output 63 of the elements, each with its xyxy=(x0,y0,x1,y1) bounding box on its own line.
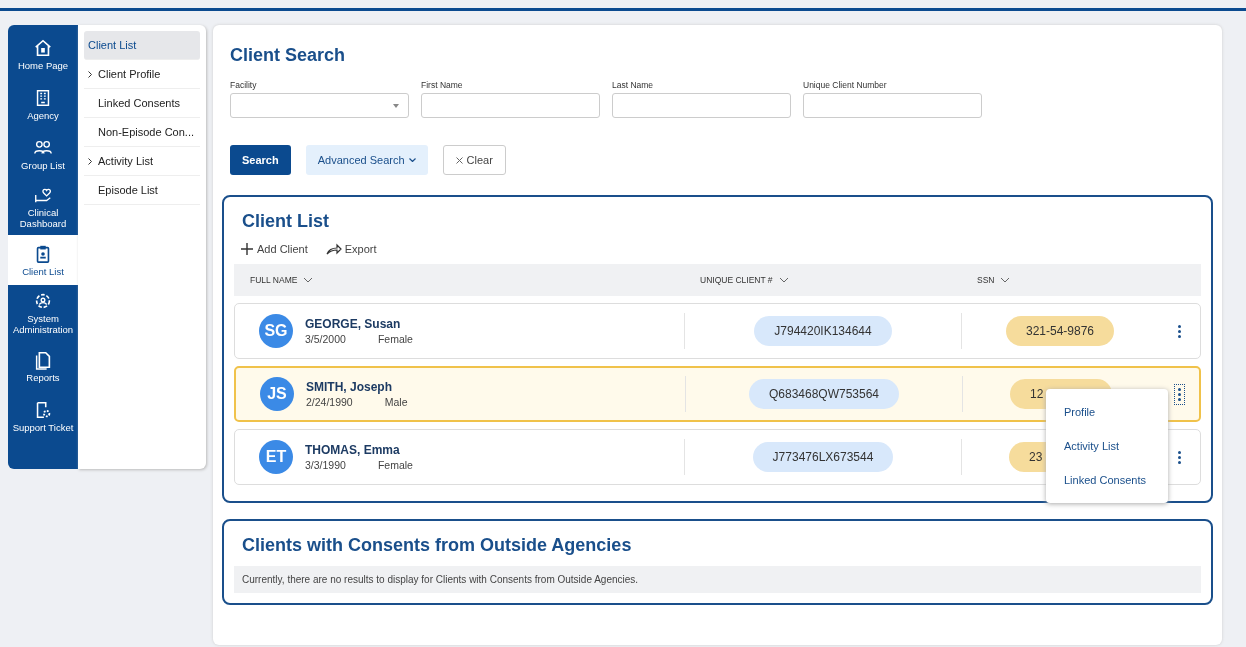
client-name: THOMAS, Emma xyxy=(305,443,401,457)
submenu-item[interactable]: Linked Consents xyxy=(84,89,200,118)
avatar-initials: SG xyxy=(259,314,293,348)
submenu-item[interactable]: Non-Episode Con... xyxy=(84,118,200,147)
dropdown-button[interactable]: Advanced Search xyxy=(305,145,428,175)
dropdown-arrow-icon xyxy=(393,104,399,108)
input-field[interactable] xyxy=(612,93,791,118)
input-field[interactable] xyxy=(803,93,982,118)
search-button[interactable]: Search xyxy=(230,145,291,175)
field-label: Unique Client Number xyxy=(803,80,888,90)
nav-item[interactable]: Agency xyxy=(8,79,78,129)
nav-item[interactable]: System Administration xyxy=(8,285,78,341)
client-name: GEORGE, Susan xyxy=(305,317,402,331)
gender-text: Female xyxy=(377,333,413,345)
nav-item[interactable]: Group List xyxy=(8,129,78,179)
documents-icon xyxy=(33,349,53,370)
field-label: First Name xyxy=(421,80,464,90)
submenu-item[interactable]: Activity List xyxy=(84,147,200,176)
birth-date: 2/24/1990 xyxy=(306,396,353,408)
column-header[interactable]: UNIQUE CLIENT # xyxy=(700,275,773,285)
nav-item[interactable]: Support Ticket xyxy=(8,391,78,441)
select-field[interactable] xyxy=(230,93,409,118)
field-label: Facility xyxy=(230,80,258,90)
clear-button[interactable]: Clear xyxy=(442,145,506,175)
client-number-badge: Q683468QW753564 xyxy=(748,379,900,409)
gender-text: Female xyxy=(377,459,413,471)
input-field[interactable] xyxy=(421,93,600,118)
gear-icon xyxy=(33,291,53,311)
client-number-badge: J773476LX673544 xyxy=(752,442,894,472)
more-options-icon[interactable] xyxy=(1174,384,1184,404)
house-icon xyxy=(33,37,53,58)
section-title: Client List xyxy=(242,211,330,232)
birth-date: 3/3/1990 xyxy=(305,459,346,471)
nav-item[interactable]: Client List xyxy=(8,235,78,285)
client-row[interactable]: SG GEORGE, Susan 3/5/2000 Female J794420IK134644 321-54-9876 xyxy=(234,303,1201,359)
sort-chevron-icon xyxy=(1000,277,1011,283)
share-arrow-icon xyxy=(325,243,342,255)
birth-date: 3/5/2000 xyxy=(305,333,346,345)
client-name: SMITH, Joseph xyxy=(306,380,393,394)
submenu-item[interactable]: Client Profile xyxy=(84,60,200,89)
ssn-badge: 321-54-9876 xyxy=(1005,316,1115,346)
section-title: Clients with Consents from Outside Agencies xyxy=(242,535,633,556)
avatar-initials: ET xyxy=(259,440,293,474)
sort-chevron-icon xyxy=(303,277,314,283)
nav-item[interactable]: Reports xyxy=(8,341,78,391)
chevron-down-icon xyxy=(408,158,416,162)
nav-item[interactable]: Home Page xyxy=(8,29,78,79)
nav-item[interactable]: Clinical Dashboard xyxy=(8,179,78,235)
submenu-item[interactable]: Client List xyxy=(84,31,200,60)
avatar-initials: JS xyxy=(260,377,294,411)
gender-text: Male xyxy=(384,396,408,408)
export-link[interactable]: Export xyxy=(325,242,377,256)
field-label: Last Name xyxy=(612,80,655,90)
plus-icon xyxy=(240,242,254,256)
column-header[interactable]: SSN xyxy=(977,275,995,285)
submenu-item[interactable]: Episode List xyxy=(84,176,200,205)
add-client-link[interactable]: Add Client xyxy=(240,242,308,256)
close-icon xyxy=(455,156,463,164)
client-number-badge: J794420IK134644 xyxy=(754,316,892,346)
column-header[interactable]: FULL NAME xyxy=(250,275,298,285)
empty-message: Currently, there are no results to display for Clients with Consents from Outside Agencies. xyxy=(234,566,1201,593)
section-title: Client Search xyxy=(230,45,347,66)
sort-chevron-icon xyxy=(778,277,789,283)
